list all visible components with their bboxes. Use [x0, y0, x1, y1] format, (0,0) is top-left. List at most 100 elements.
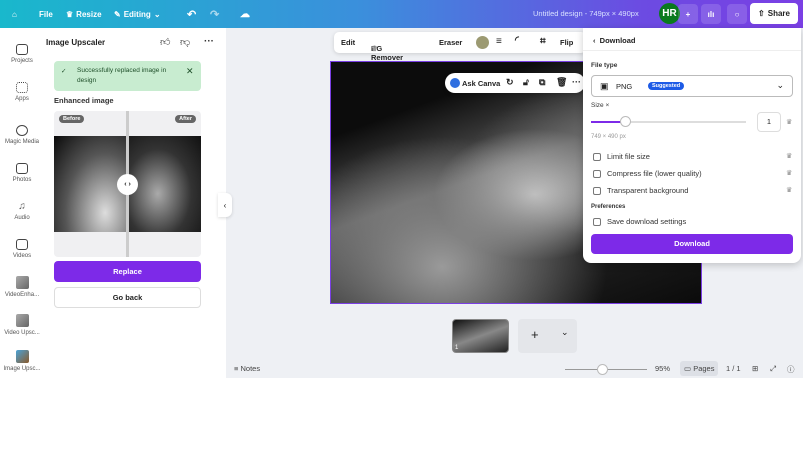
border-style-icon[interactable]: ≡ — [496, 36, 502, 47]
before-after-comparison[interactable]: Before After ‹ › — [54, 111, 201, 257]
color-swatch[interactable] — [476, 36, 489, 49]
sidebar-item-image-upscaler[interactable]: Image Upsc... — [0, 350, 44, 372]
file-type-select[interactable]: ▣ PNG Suggested ⌄ — [591, 75, 793, 97]
add-page-button[interactable]: + ⌄ — [518, 319, 577, 353]
flip-button[interactable]: Flip — [560, 38, 573, 47]
home-icon[interactable]: ⌂ — [12, 10, 17, 19]
pages-button[interactable]: ▭ Pages — [680, 361, 719, 376]
comment-icon[interactable]: ○ — [727, 4, 747, 24]
size-label: Size × — [591, 102, 610, 109]
grid-view-icon[interactable]: ⊞ — [752, 364, 758, 373]
page-thumbnail[interactable]: 1 — [452, 319, 509, 353]
comparison-slider-handle[interactable]: ‹ › — [117, 174, 138, 195]
preferences-label: Preferences — [591, 204, 626, 210]
top-bar: ⌂ File ♛ Resize ✎ Editing ⌄ ↶ ↷ ☁ Untitled … — [0, 0, 803, 28]
download-back-button[interactable]: ‹ Download — [593, 36, 636, 45]
upload-icon: ⇧ — [758, 9, 765, 18]
sidebar-item-audio[interactable]: ♫ Audio — [0, 201, 44, 221]
comment-add-icon[interactable]: ↻ — [506, 77, 514, 88]
crown-icon: ♛ — [786, 153, 793, 160]
go-back-button[interactable]: Go back — [54, 287, 201, 308]
resize-button[interactable]: ♛ Resize — [66, 10, 102, 19]
file-menu[interactable]: File — [39, 10, 53, 19]
corner-rounding-icon[interactable]: ◜ — [515, 35, 519, 46]
sidebar-item-photos[interactable]: Photos — [0, 163, 44, 183]
lock-icon[interactable]: 🔓︎ — [523, 77, 529, 88]
analytics-icon[interactable]: ılı — [701, 4, 721, 24]
panel-title: Image Upscaler — [46, 38, 106, 47]
limit-file-size-checkbox[interactable]: Limit file size — [593, 152, 650, 161]
help-icon[interactable]: ⓘ — [787, 364, 795, 375]
ask-canva-icon — [450, 78, 460, 88]
trash-icon[interactable]: 🗑︎ — [556, 77, 567, 88]
after-label: After — [175, 115, 196, 123]
image-icon: ▣ — [600, 81, 609, 91]
sidebar-rail: Projects Apps Magic Media Photos ♫ Audio … — [0, 28, 44, 378]
before-label: Before — [59, 115, 85, 123]
size-slider-handle[interactable] — [620, 116, 632, 127]
save-download-settings-checkbox[interactable]: Save download settings — [593, 217, 686, 226]
chevron-down-icon[interactable]: ⌄ — [561, 327, 569, 338]
duplicate-icon[interactable]: ⧉ — [539, 77, 545, 88]
ask-canva-button[interactable]: Ask Canva — [462, 79, 500, 88]
edit-button[interactable]: Edit — [341, 38, 355, 47]
check-icon: ✓ — [61, 68, 67, 75]
zoom-slider[interactable] — [565, 364, 647, 375]
sidebar-item-apps[interactable]: Apps — [0, 82, 44, 102]
more-icon[interactable]: ··· — [572, 77, 581, 87]
zoom-level[interactable]: 95% — [655, 364, 670, 373]
pencil-icon: ✎ — [114, 9, 121, 19]
sidebar-item-magic-media[interactable]: Magic Media — [0, 125, 44, 145]
divider — [583, 50, 801, 51]
cloud-saved-icon[interactable]: ☁ — [240, 9, 250, 20]
close-icon[interactable]: ✕ — [186, 66, 194, 77]
fullscreen-icon[interactable]: ⤢ — [770, 364, 776, 374]
success-alert: ✓ Successfully replaced image in design … — [54, 61, 201, 91]
thumbs-up-icon[interactable]: 👍︎ — [160, 36, 170, 48]
more-icon[interactable]: ··· — [204, 36, 214, 47]
zoom-slider-handle[interactable] — [596, 364, 608, 375]
sidebar-item-video-enhancer[interactable]: VideoEnha... — [0, 276, 44, 298]
compress-file-checkbox[interactable]: Compress file (lower quality) — [593, 169, 702, 178]
collapse-panel-button[interactable]: ‹ — [218, 193, 232, 217]
quick-actions-bar: Ask Canva ↻ 🔓︎ ⧉ 🗑︎ ··· — [445, 73, 585, 93]
eraser-button[interactable]: Eraser — [439, 38, 462, 47]
crop-icon[interactable]: ⌗ — [540, 36, 546, 47]
notes-button[interactable]: ≡ Notes — [234, 364, 260, 373]
size-slider[interactable] — [591, 116, 746, 127]
sidebar-item-video-upscaler[interactable]: Video Upsc... — [0, 314, 44, 336]
chevron-down-icon: ⌄ — [153, 9, 161, 19]
size-input[interactable]: 1 — [757, 112, 781, 132]
image-upscaler-panel: Image Upscaler 👍︎ 👎︎ ··· ✓ Successfully … — [44, 28, 218, 378]
video-upscaler-app-icon — [15, 314, 29, 327]
apps-icon — [16, 82, 28, 93]
file-type-label: File type — [591, 62, 618, 69]
undo-icon[interactable]: ↶ — [187, 8, 196, 21]
context-toolbar: Edit BG Remover ♛ Eraser ≡ ◜ ⌗ Flip — [334, 32, 586, 62]
crown-icon: ♛ — [66, 9, 74, 19]
notes-icon: ≡ — [234, 364, 239, 373]
transparent-background-checkbox[interactable]: Transparent background — [593, 186, 688, 195]
add-collaborator-icon[interactable]: + — [678, 4, 698, 24]
redo-icon[interactable]: ↷ — [210, 8, 219, 21]
sidebar-item-projects[interactable]: Projects — [0, 44, 44, 64]
pages-icon: ▭ — [684, 364, 692, 373]
music-icon: ♫ — [18, 201, 26, 212]
share-button[interactable]: ⇧ Share — [750, 3, 798, 24]
design-title[interactable]: Untitled design - 749px × 490px — [533, 9, 639, 18]
download-button[interactable]: Download — [591, 234, 793, 254]
thumbs-down-icon[interactable]: 👎︎ — [180, 36, 190, 48]
video-enhancer-app-icon — [15, 276, 29, 289]
page-count: 1 / 1 — [726, 364, 741, 373]
folder-icon — [16, 44, 28, 55]
sidebar-item-videos[interactable]: Videos — [0, 239, 44, 259]
after-image — [129, 136, 201, 232]
avatar[interactable]: HR — [659, 3, 680, 24]
chevron-down-icon: ⌄ — [776, 80, 784, 90]
replace-button[interactable]: Replace — [54, 261, 201, 282]
crown-icon: ♛ — [371, 44, 378, 53]
crown-icon: ♛ — [786, 187, 793, 194]
editing-menu[interactable]: ✎ Editing ⌄ — [114, 10, 161, 19]
video-icon — [16, 239, 28, 250]
crown-icon: ♛ — [786, 119, 793, 126]
